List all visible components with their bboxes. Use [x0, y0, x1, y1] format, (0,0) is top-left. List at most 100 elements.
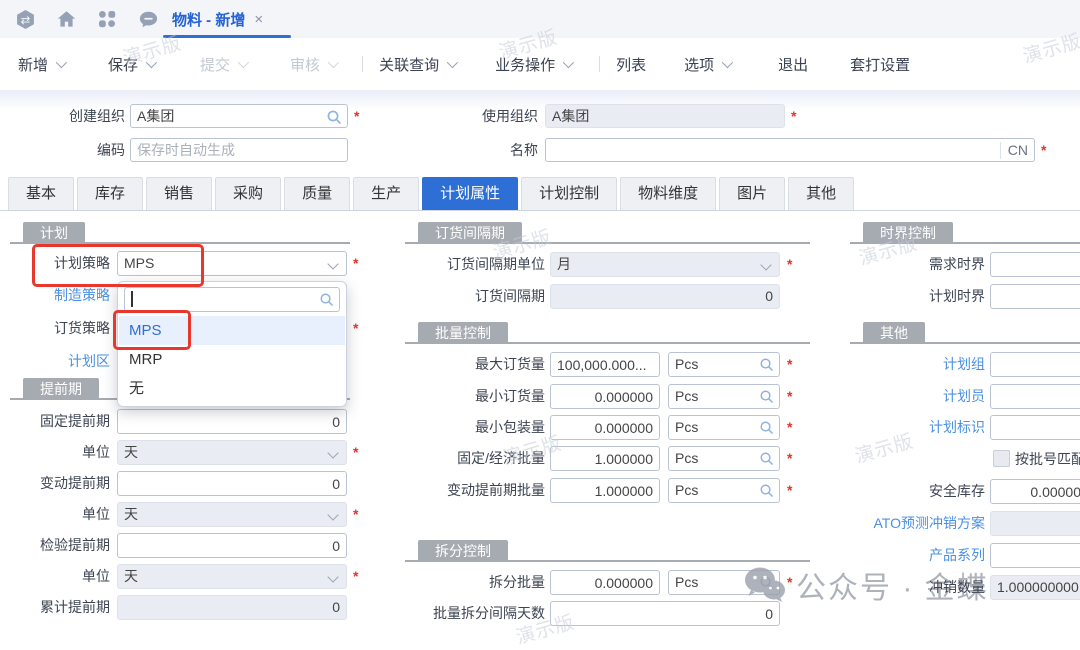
min-pack-qty-unit-field[interactable]: Pcs	[668, 415, 780, 440]
tab-plan-attributes[interactable]: 计划属性	[422, 177, 518, 210]
plan-horizon-input[interactable]	[990, 284, 1080, 309]
plan-flag-input[interactable]	[990, 415, 1080, 440]
dropdown-option-none[interactable]: 无	[119, 374, 345, 403]
search-icon[interactable]	[759, 389, 774, 404]
exit-button[interactable]: 退出	[778, 54, 808, 75]
var-leadtime-batch-input[interactable]	[550, 478, 660, 503]
create-org-field[interactable]: A集团	[130, 104, 348, 128]
tab-sales[interactable]: 销售	[146, 177, 212, 210]
business-ops-button[interactable]: 业务操作	[495, 54, 571, 75]
search-icon[interactable]	[759, 357, 774, 372]
name-input[interactable]	[552, 141, 996, 159]
chevron-down-icon	[56, 57, 67, 68]
app: ⇄ 物料 - 新增 × 新增 保存 提交 审核 关联查询 业务操作 列表 选项	[0, 0, 1080, 634]
inspect-leadtime-input[interactable]	[117, 533, 347, 558]
var-leadtime-batch-unit-field[interactable]: Pcs	[668, 478, 780, 503]
apps-icon[interactable]	[96, 8, 118, 30]
chevron-down-icon	[760, 259, 771, 270]
code-input[interactable]	[130, 138, 348, 162]
search-icon[interactable]	[759, 483, 774, 498]
batch-match-checkbox[interactable]	[993, 450, 1010, 467]
chat-icon[interactable]	[137, 8, 159, 30]
plan-horizon-label: 计划时界	[795, 284, 985, 309]
plan-strategy-select[interactable]: MPS	[117, 251, 347, 276]
name-field[interactable]: CN	[545, 138, 1035, 162]
split-batch-unit-field[interactable]: Pcs	[668, 570, 780, 595]
search-icon[interactable]	[759, 575, 774, 590]
tab-production[interactable]: 生产	[353, 177, 419, 210]
planner-input[interactable]	[990, 384, 1080, 409]
new-button[interactable]: 新增	[18, 54, 64, 75]
print-setup-button[interactable]: 套打设置	[850, 54, 910, 75]
plan-group-label[interactable]: 计划组	[795, 352, 985, 377]
list-button[interactable]: 列表	[616, 54, 646, 75]
tab-plan-control[interactable]: 计划控制	[521, 177, 617, 210]
lang-badge: CN	[1008, 139, 1028, 161]
unit-label: 单位	[0, 502, 110, 527]
offset-qty-label: 冲销数量	[795, 575, 985, 600]
search-icon[interactable]	[319, 292, 334, 307]
plan-flag-label[interactable]: 计划标识	[795, 415, 985, 440]
required-asterisk: *	[353, 564, 358, 589]
document-tab[interactable]: 物料 - 新增 ×	[172, 0, 263, 38]
fixed-leadtime-input[interactable]	[117, 409, 347, 434]
demand-horizon-input[interactable]	[990, 252, 1080, 277]
plan-group-input[interactable]	[990, 352, 1080, 377]
tab-basic[interactable]: 基本	[8, 177, 74, 210]
min-order-qty-input[interactable]	[550, 384, 660, 409]
split-interval-days-input[interactable]	[550, 601, 780, 626]
search-icon[interactable]	[759, 420, 774, 435]
toolbar: 新增 保存 提交 审核 关联查询 业务操作 列表 选项 退出 套打设置	[0, 38, 1080, 90]
sync-icon[interactable]: ⇄	[14, 8, 36, 30]
topbar-icons: ⇄	[14, 8, 159, 30]
search-icon[interactable]	[759, 451, 774, 466]
planner-label[interactable]: 计划员	[795, 384, 985, 409]
dropdown-option-mps[interactable]: MPS	[119, 316, 345, 345]
related-query-button[interactable]: 关联查询	[379, 54, 455, 75]
toolbar-separator	[362, 56, 363, 72]
interval-period-field: 0	[550, 284, 780, 309]
home-icon[interactable]	[55, 8, 77, 30]
code-label: 编码	[25, 138, 125, 162]
plan-area-label[interactable]: 计划区	[0, 349, 110, 374]
fixed-economic-batch-unit-field[interactable]: Pcs	[668, 446, 780, 471]
fixed-economic-batch-input[interactable]	[550, 446, 660, 471]
max-order-qty-unit-field[interactable]: Pcs	[668, 352, 780, 377]
search-icon[interactable]	[326, 109, 342, 125]
mfg-strategy-label[interactable]: 制造策略	[0, 283, 110, 308]
demand-horizon-label: 需求时界	[795, 252, 985, 277]
tab-purchase[interactable]: 采购	[215, 177, 281, 210]
ato-offset-plan-label[interactable]: ATO预测冲销方案	[795, 511, 985, 536]
dropdown-search-input[interactable]	[124, 287, 340, 312]
inspect-leadtime-unit-select[interactable]: 天	[117, 564, 347, 589]
order-strategy-label: 订货策略	[0, 316, 110, 341]
fixed-leadtime-unit-select[interactable]: 天	[117, 440, 347, 465]
dropdown-option-mrp[interactable]: MRP	[119, 345, 345, 374]
section-other: 其他	[850, 322, 1080, 344]
product-series-input[interactable]	[990, 543, 1080, 568]
min-pack-qty-input[interactable]	[550, 415, 660, 440]
max-order-qty-input[interactable]	[550, 352, 660, 377]
tab-other[interactable]: 其他	[788, 177, 854, 210]
chevron-down-icon	[722, 57, 733, 68]
min-order-qty-unit-field[interactable]: Pcs	[668, 384, 780, 409]
close-tab-icon[interactable]: ×	[254, 11, 263, 28]
product-series-label[interactable]: 产品系列	[795, 543, 985, 568]
required-asterisk: *	[791, 104, 796, 129]
chevron-down-icon	[327, 509, 338, 520]
options-button[interactable]: 选项	[684, 54, 730, 75]
required-asterisk: *	[787, 415, 792, 440]
var-leadtime-unit-select[interactable]: 天	[117, 502, 347, 527]
chevron-down-icon	[447, 57, 458, 68]
tab-inventory[interactable]: 库存	[77, 177, 143, 210]
chevron-down-icon	[238, 57, 249, 68]
var-leadtime-input[interactable]	[117, 471, 347, 496]
tab-material-dimension[interactable]: 物料维度	[620, 177, 716, 210]
required-asterisk: *	[787, 352, 792, 377]
tab-quality[interactable]: 质量	[284, 177, 350, 210]
interval-unit-select[interactable]: 月	[550, 252, 780, 277]
split-batch-input[interactable]	[550, 570, 660, 595]
safety-stock-input[interactable]	[990, 479, 1080, 504]
save-button[interactable]: 保存	[108, 54, 154, 75]
tab-picture[interactable]: 图片	[719, 177, 785, 210]
